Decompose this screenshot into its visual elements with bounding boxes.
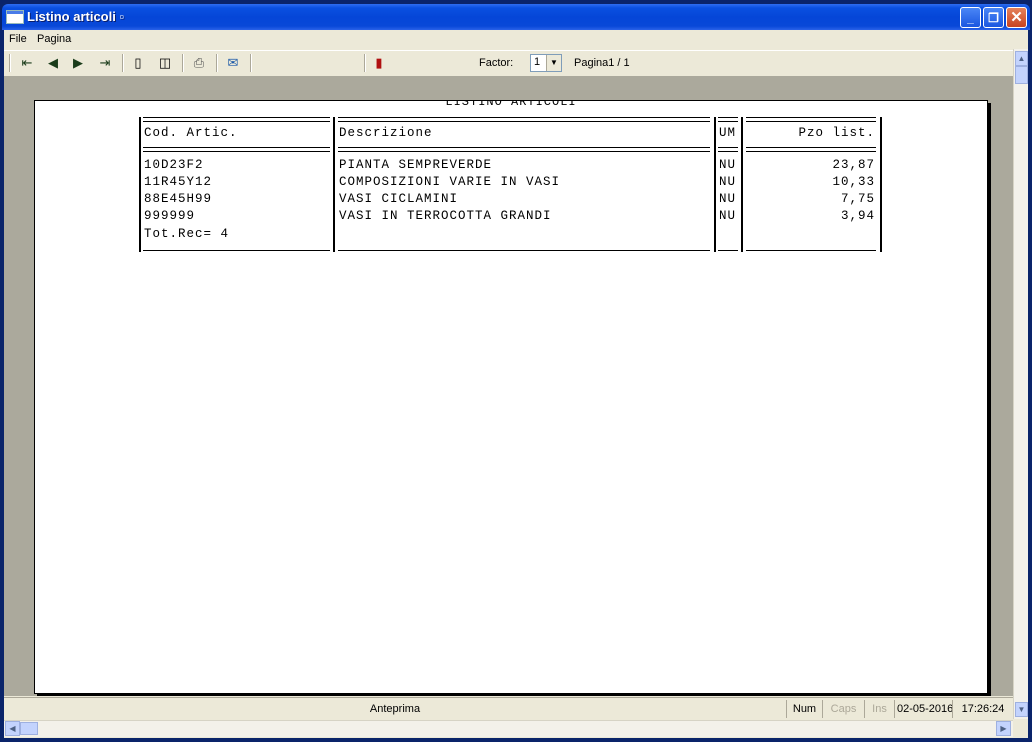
column-border xyxy=(333,117,335,252)
column-header-price: Pzo list. xyxy=(798,126,875,140)
minimize-button[interactable]: _ xyxy=(960,7,981,28)
factor-label: Factor: xyxy=(479,57,514,69)
header-rule xyxy=(338,147,710,152)
toolbar-grip xyxy=(9,54,11,72)
print-icon[interactable]: ⎙ xyxy=(188,53,210,73)
cell-description: VASI IN TERROCOTTA GRANDI xyxy=(339,209,552,223)
column-header-um: UM xyxy=(719,126,737,140)
chevron-down-icon[interactable]: ▼ xyxy=(546,55,561,71)
column-border xyxy=(741,117,743,252)
status-time: 17:26:24 xyxy=(952,700,1013,718)
close-button[interactable]: ✕ xyxy=(1006,7,1027,28)
column-header-description: Descrizione xyxy=(339,126,433,140)
header-rule xyxy=(746,117,876,122)
toolbar: ⇤ ◀ ▶ ⇥ ▯ ◫ ⎙ ✉ ▮ Factor: 1 ▼ Pagina1 / … xyxy=(4,50,1013,77)
cell-price: 23,87 xyxy=(832,158,875,172)
toolbar-separator xyxy=(216,54,218,72)
status-num: Num xyxy=(786,700,822,718)
cell-um: NU xyxy=(719,192,737,206)
status-bar: Anteprima Num Caps Ins 02-05-2016 17:26:… xyxy=(4,697,1013,720)
scroll-thumb[interactable] xyxy=(20,722,38,735)
footer-rule xyxy=(143,250,330,251)
cell-code: 999999 xyxy=(144,209,196,223)
cell-um: NU xyxy=(719,175,737,189)
vertical-scrollbar[interactable]: ▲ ▼ xyxy=(1013,49,1028,719)
cell-description: PIANTA SEMPREVERDE xyxy=(339,158,493,172)
scroll-up-icon[interactable]: ▲ xyxy=(1015,51,1028,66)
cell-code: 11R45Y12 xyxy=(144,175,213,189)
window-title: Listino articoli ▫ xyxy=(27,9,125,24)
scroll-thumb[interactable] xyxy=(1015,66,1028,84)
horizontal-scrollbar[interactable]: ◀ ▶ xyxy=(4,720,1013,737)
toolbar-separator xyxy=(364,54,366,72)
scroll-right-icon[interactable]: ▶ xyxy=(996,721,1011,736)
factor-dropdown[interactable]: 1 ▼ xyxy=(530,54,562,72)
column-border xyxy=(139,117,141,252)
factor-value: 1 xyxy=(534,56,541,68)
cell-um: NU xyxy=(719,158,737,172)
report-title: LISTINO ARTICOLI xyxy=(445,100,577,109)
column-border xyxy=(714,117,716,252)
header-rule xyxy=(143,147,330,152)
app-icon[interactable] xyxy=(6,10,24,24)
menu-pagina[interactable]: Pagina xyxy=(37,33,71,45)
client-area: File Pagina ⇤ ◀ ▶ ⇥ ▯ ◫ ⎙ ✉ ▮ Factor: 1 … xyxy=(4,30,1028,738)
header-rule xyxy=(143,117,330,122)
export-icon[interactable]: ✉ xyxy=(222,53,244,73)
prev-page-icon[interactable]: ◀ xyxy=(42,53,64,73)
status-caps: Caps xyxy=(822,700,864,718)
cell-um: NU xyxy=(719,209,737,223)
footer-rule xyxy=(718,250,738,251)
cell-description: COMPOSIZIONI VARIE IN VASI xyxy=(339,175,561,189)
toolbar-separator xyxy=(122,54,124,72)
print-preview-area[interactable]: LISTINO ARTICOLI Cod. Artic. Descrizione… xyxy=(4,76,1013,696)
cell-code: 88E45H99 xyxy=(144,192,213,206)
cell-code: 10D23F2 xyxy=(144,158,204,172)
next-page-icon[interactable]: ▶ xyxy=(67,53,89,73)
scroll-left-icon[interactable]: ◀ xyxy=(5,721,20,736)
status-mode: Anteprima xyxy=(369,703,421,715)
status-date: 02-05-2016 xyxy=(894,700,952,718)
maximize-button[interactable]: ❐ xyxy=(983,7,1004,28)
status-ins: Ins xyxy=(864,700,894,718)
footer-rule xyxy=(746,250,876,251)
title-bar[interactable]: Listino articoli ▫ _ ❐ ✕ xyxy=(2,4,1030,30)
cell-price: 10,33 xyxy=(832,175,875,189)
header-rule xyxy=(338,117,710,122)
header-rule xyxy=(718,147,738,152)
toolbar-separator xyxy=(182,54,184,72)
header-rule xyxy=(746,147,876,152)
two-pages-icon[interactable]: ◫ xyxy=(154,53,176,73)
menu-file[interactable]: File xyxy=(9,33,27,45)
report-page: LISTINO ARTICOLI Cod. Artic. Descrizione… xyxy=(34,100,988,694)
single-page-icon[interactable]: ▯ xyxy=(127,53,149,73)
exit-icon[interactable]: ▮ xyxy=(368,53,390,73)
total-records: Tot.Rec= 4 xyxy=(144,227,230,241)
first-page-icon[interactable]: ⇤ xyxy=(16,53,38,73)
application-window: Listino articoli ▫ _ ❐ ✕ File Pagina ⇤ ◀… xyxy=(0,0,1032,742)
header-rule xyxy=(718,117,738,122)
cell-description: VASI CICLAMINI xyxy=(339,192,459,206)
column-border xyxy=(880,117,882,252)
scroll-down-icon[interactable]: ▼ xyxy=(1015,702,1028,717)
last-page-icon[interactable]: ⇥ xyxy=(94,53,116,73)
cell-price: 3,94 xyxy=(840,209,875,223)
toolbar-separator xyxy=(250,54,252,72)
cell-price: 7,75 xyxy=(840,192,875,206)
menu-bar: File Pagina xyxy=(4,30,1028,49)
footer-rule xyxy=(338,250,710,251)
page-indicator: Pagina1 / 1 xyxy=(574,57,630,69)
column-header-code: Cod. Artic. xyxy=(144,126,238,140)
